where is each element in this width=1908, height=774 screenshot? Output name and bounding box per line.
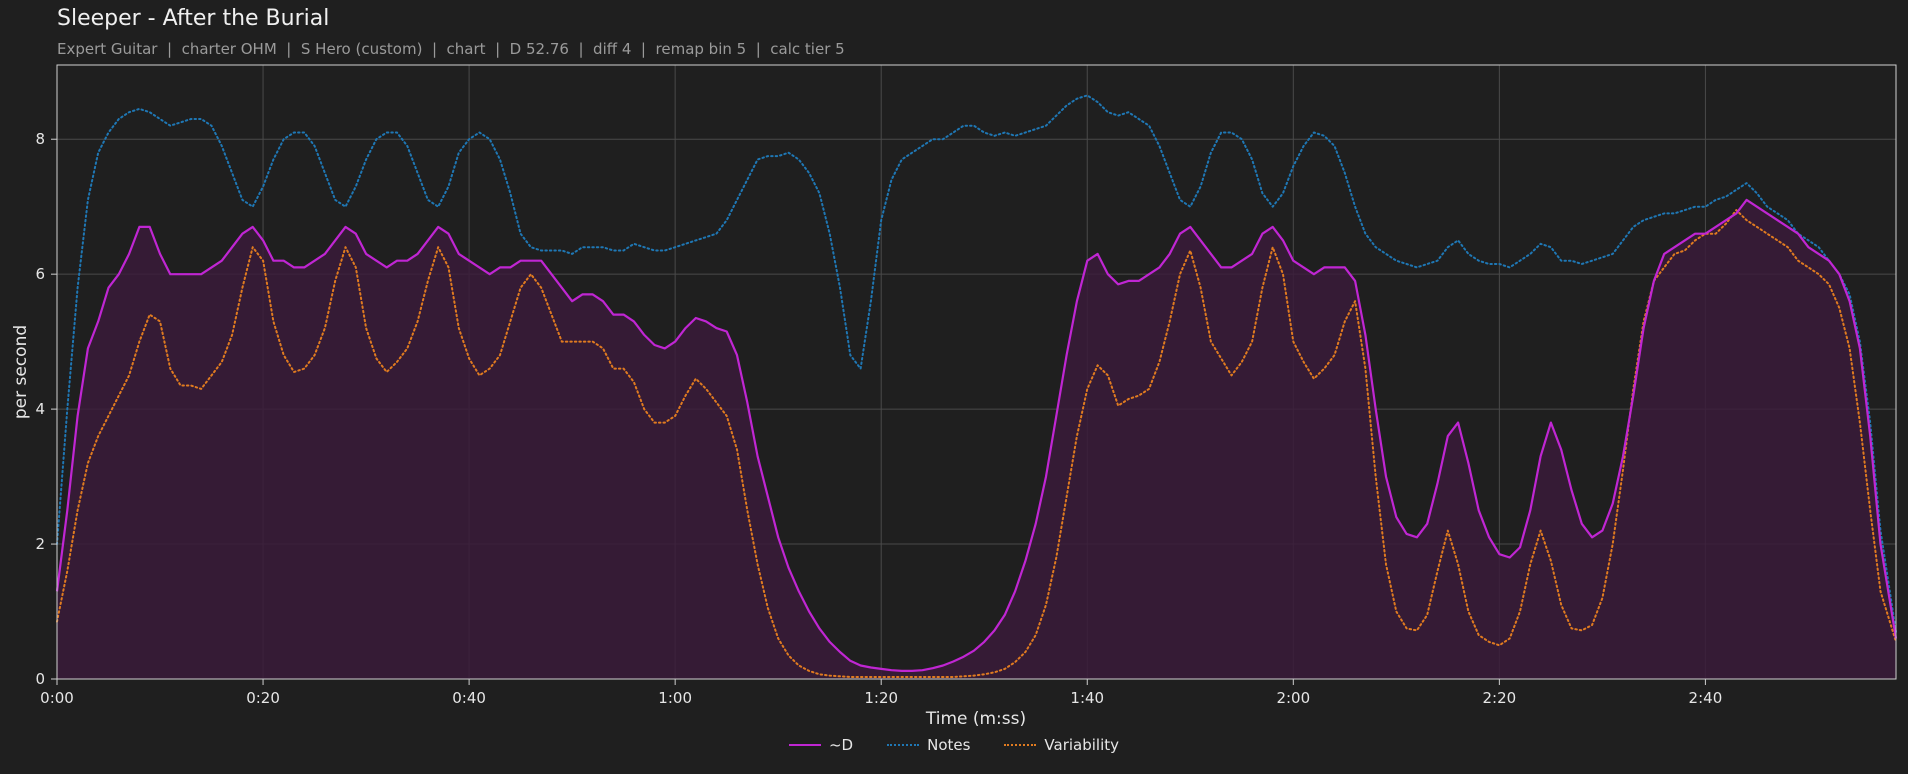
x-tick-label: 1:20 [864,689,898,707]
x-tick-label: 2:40 [1689,689,1723,707]
chart-canvas: 0:00 0:20 0:40 1:00 1:20 1:40 2:00 2:20 2:40 0 2 4… [11,64,1898,729]
x-tick-label: 2:00 [1276,689,1310,707]
y-tick-label: 2 [35,535,45,553]
legend-swatch [887,744,920,746]
legend-swatch [1004,744,1037,746]
y-tick-label: 8 [35,130,45,148]
legend-label: Variability [1044,736,1120,754]
y-tick-label: 6 [35,265,45,283]
legend: ~D Notes Variability [0,736,1908,754]
x-tick-label: 1:00 [658,689,692,707]
y-axis-ticks: 0 2 4 6 8 [35,130,57,688]
legend-item: ~D [788,736,854,754]
legend-swatch [788,744,821,746]
x-tick-label: 1:40 [1070,689,1104,707]
x-axis-ticks: 0:00 0:20 0:40 1:00 1:20 1:40 2:00 2:20 2:40 [40,679,1722,707]
legend-label: ~D [828,736,854,754]
legend-label: Notes [927,736,971,754]
x-tick-label: 2:20 [1483,689,1517,707]
x-tick-label: 0:40 [452,689,486,707]
x-tick-label: 0:00 [40,689,74,707]
x-axis-label: Time (m:ss) [925,709,1026,729]
legend-item: Notes [887,736,970,754]
y-tick-label: 0 [35,670,45,688]
series-fills [57,199,1896,679]
legend-item: Variability [1004,736,1119,754]
y-tick-label: 4 [35,400,45,418]
y-axis-label: per second [11,325,31,419]
x-tick-label: 0:20 [246,689,280,707]
series-fill-area [57,199,1896,679]
